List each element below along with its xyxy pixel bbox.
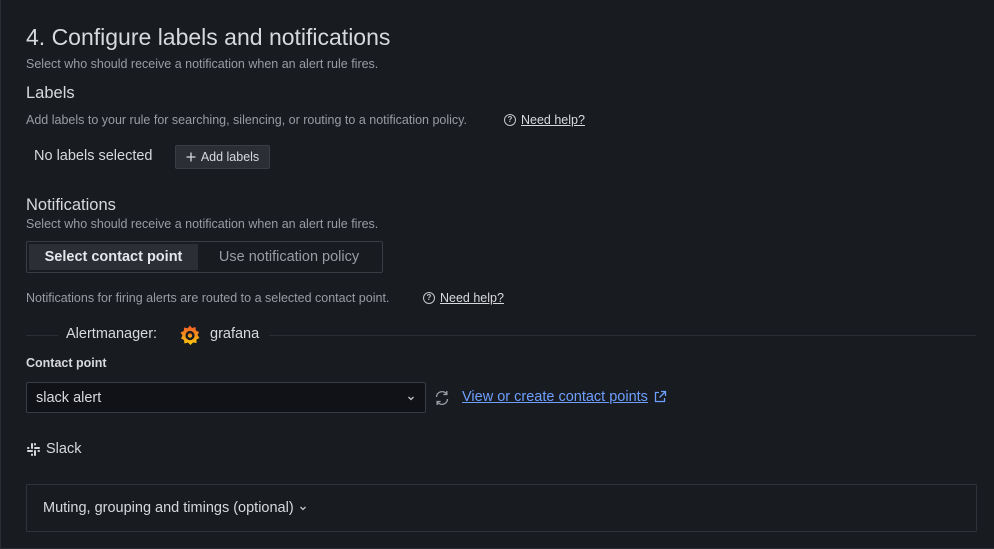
notification-mode-toggle: Select contact point Use notification po… xyxy=(26,241,383,273)
alertmanager-label: Alertmanager: xyxy=(66,326,158,342)
question-circle-icon: ? xyxy=(423,292,435,304)
section-description: Select who should receive a notification… xyxy=(26,57,379,71)
notifications-heading: Notifications xyxy=(26,196,116,214)
chevron-down-icon xyxy=(408,396,414,400)
section-title: 4. Configure labels and notifications xyxy=(26,24,391,50)
routing-text: Notifications for firing alerts are rout… xyxy=(26,291,390,305)
routing-help-link[interactable]: Need help? xyxy=(440,291,504,305)
grafana-logo-icon xyxy=(180,325,200,345)
chevron-down-icon xyxy=(299,506,306,511)
no-labels-text: No labels selected xyxy=(34,148,153,164)
contact-point-select[interactable]: slack alert xyxy=(26,382,426,413)
tab-use-notification-policy[interactable]: Use notification policy xyxy=(198,244,380,270)
slack-icon xyxy=(27,442,40,456)
labels-description: Add labels to your rule for searching, s… xyxy=(26,113,467,127)
notifications-description: Select who should receive a notification… xyxy=(26,217,379,231)
tab-select-contact-point[interactable]: Select contact point xyxy=(29,244,198,270)
slack-label: Slack xyxy=(46,441,82,457)
labels-help[interactable]: ? Need help? xyxy=(504,113,585,127)
divider xyxy=(26,335,58,336)
add-labels-label: Add labels xyxy=(200,150,260,164)
routing-help[interactable]: ? Need help? xyxy=(423,291,504,305)
external-link-icon xyxy=(654,390,667,403)
divider xyxy=(269,335,976,336)
view-contact-points-link[interactable]: View or create contact points xyxy=(462,389,667,405)
view-contact-points-label: View or create contact points xyxy=(462,389,648,405)
slack-integration: Slack xyxy=(26,441,81,457)
refresh-icon[interactable] xyxy=(433,389,451,407)
plus-icon xyxy=(186,152,196,162)
labels-help-link[interactable]: Need help? xyxy=(521,113,585,127)
configure-labels-panel: 4. Configure labels and notifications Se… xyxy=(0,0,994,549)
muting-grouping-collapse[interactable]: Muting, grouping and timings (optional) xyxy=(26,484,977,532)
muting-grouping-label: Muting, grouping and timings (optional) xyxy=(43,500,294,516)
alertmanager-value: grafana xyxy=(210,326,260,342)
contact-point-label: Contact point xyxy=(26,356,107,370)
add-labels-button[interactable]: Add labels xyxy=(175,145,270,169)
question-circle-icon: ? xyxy=(504,114,516,126)
contact-point-value: slack alert xyxy=(36,389,102,406)
labels-heading: Labels xyxy=(26,84,75,102)
